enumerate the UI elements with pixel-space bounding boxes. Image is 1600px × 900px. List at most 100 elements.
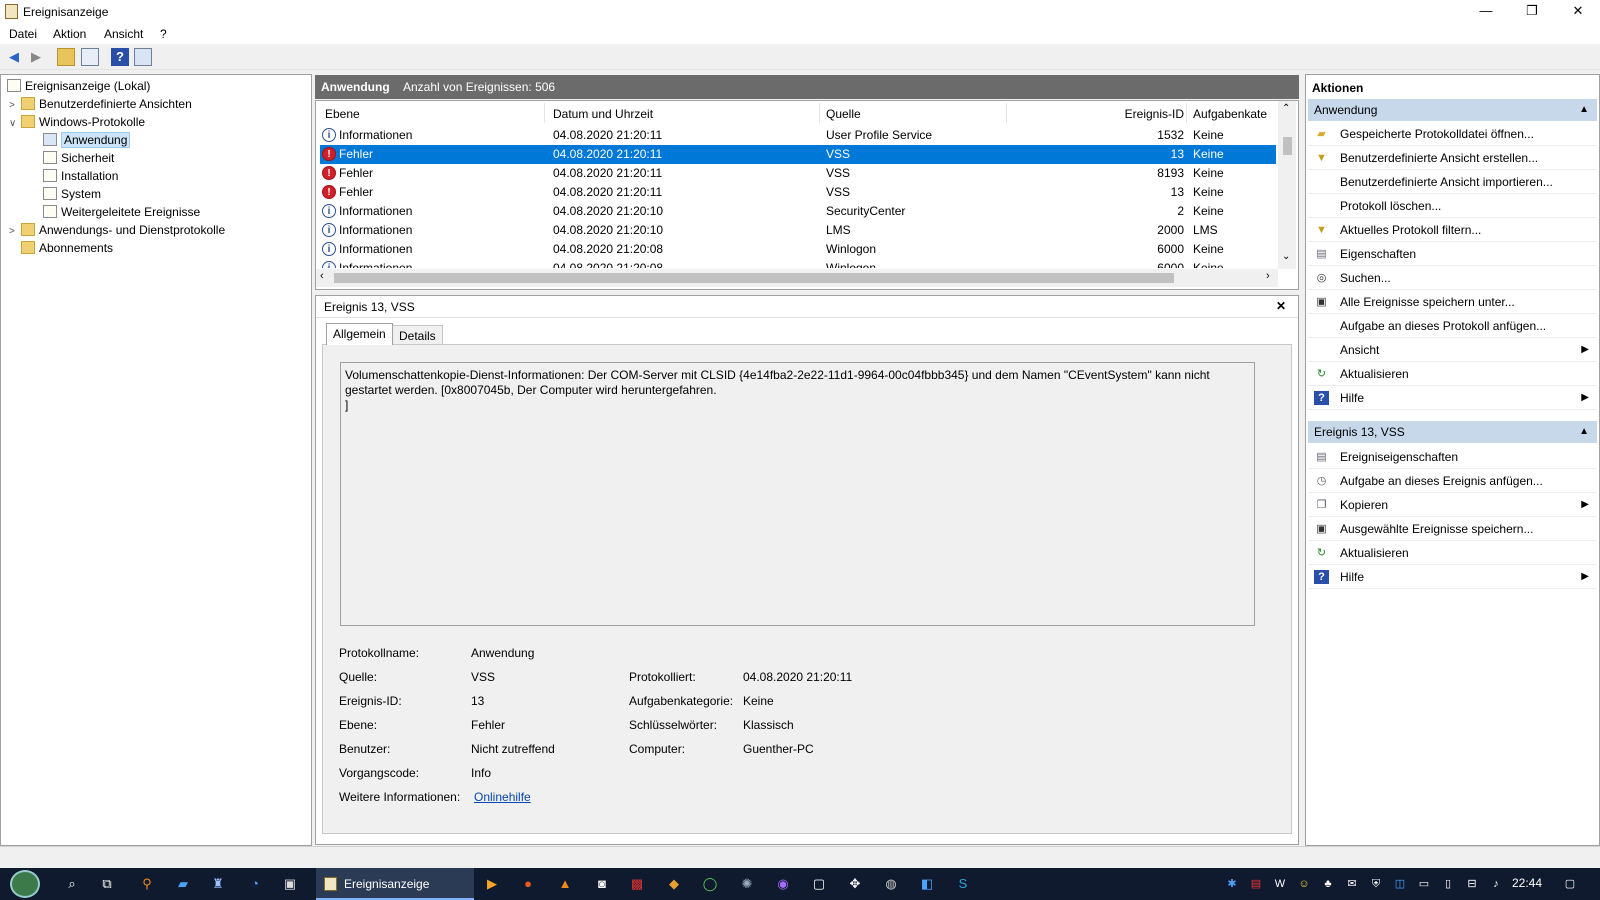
table-row[interactable]: i Informationen 04.08.2020 21:20:10 LMS 2000… [320, 221, 1276, 240]
app-icon[interactable]: ▰ [173, 874, 193, 894]
tray-app-icon[interactable]: ◫ [1392, 876, 1408, 892]
action-item[interactable]: ◎ Suchen... [1308, 266, 1597, 290]
battery-icon[interactable]: ▯ [1440, 876, 1456, 892]
action-item[interactable]: ? Hilfe ▶ [1308, 565, 1597, 589]
app-icon[interactable]: ▢ [809, 874, 829, 894]
firefox-icon[interactable]: ● [518, 874, 538, 894]
table-row[interactable]: i Informationen 04.08.2020 21:20:11 User Pr… [320, 126, 1276, 145]
action-item[interactable]: ↻ Aktualisieren [1308, 541, 1597, 565]
tree-item-custom-views[interactable]: > Benutzerdefinierte Ansichten [9, 95, 192, 113]
action-item[interactable]: ❐ Kopieren ▶ [1308, 493, 1597, 517]
collapse-caret-icon[interactable]: ▲ [1579, 99, 1589, 121]
tree-item-forwarded[interactable]: Weitergeleitete Ereignisse [43, 203, 200, 221]
tray-app-icon[interactable]: ▤ [1248, 876, 1264, 892]
table-row[interactable]: ! Fehler 04.08.2020 21:20:11 VSS 8193 Keine [320, 164, 1276, 183]
mail-icon[interactable]: ✉ [1344, 876, 1360, 892]
tree-item-installation[interactable]: Installation [43, 167, 118, 185]
expand-icon[interactable]: > [9, 223, 21, 241]
task-view-icon[interactable]: ⧉ [97, 874, 117, 894]
search-app-icon[interactable]: ⚲ [137, 874, 157, 894]
action-item[interactable]: Aufgabe an dieses Protokoll anfügen... [1308, 314, 1597, 338]
action-item[interactable]: ◷ Aufgabe an dieses Ereignis anfügen... [1308, 469, 1597, 493]
taskbar-item-ereignisanzeige[interactable]: Ereignisanzeige [316, 868, 474, 900]
edge-icon[interactable]: ◔ [245, 874, 265, 894]
table-row[interactable]: iInformationen 04.08.2020 21:20:08 Winlogo… [320, 259, 1276, 268]
action-item[interactable]: Ansicht ▶ [1308, 338, 1597, 362]
skype-icon[interactable]: S [953, 874, 973, 894]
action-item[interactable]: ? Hilfe ▶ [1308, 386, 1597, 410]
start-button[interactable] [10, 870, 40, 898]
actions-section-event[interactable]: Ereignis 13, VSS ▲ [1308, 421, 1597, 443]
collapse-caret-icon[interactable]: ▲ [1579, 421, 1589, 443]
scroll-thumb[interactable] [1283, 137, 1292, 155]
column-header-id[interactable]: Ereignis-ID [1108, 105, 1184, 125]
app-icon[interactable]: ◉ [773, 874, 793, 894]
action-item[interactable]: ▣ Ausgewählte Ereignisse speichern... [1308, 517, 1597, 541]
close-icon[interactable]: ✕ [1276, 299, 1286, 313]
tab-allgemein[interactable]: Allgemein [326, 323, 393, 345]
hscroll-thumb[interactable] [334, 273, 1174, 283]
maximize-button[interactable]: ❐ [1509, 0, 1555, 24]
tree-item-system[interactable]: System [43, 185, 101, 203]
column-header-datum[interactable]: Datum und Uhrzeit [553, 105, 653, 125]
column-header-quelle[interactable]: Quelle [826, 105, 861, 125]
vlc-icon[interactable]: ▲ [555, 874, 575, 894]
menu-datei[interactable]: Datei [9, 27, 37, 41]
tree-item-subscriptions[interactable]: Abonnements [21, 239, 113, 257]
clock[interactable]: 22:44 [1512, 876, 1542, 890]
bluetooth-icon[interactable]: ✱ [1224, 876, 1240, 892]
table-row[interactable]: i Informationen 04.08.2020 21:20:10 Securit… [320, 202, 1276, 221]
action-item[interactable]: ▼ Benutzerdefinierte Ansicht erstellen... [1308, 146, 1597, 170]
event-message[interactable]: Volumenschattenkopie-Dienst-Informatione… [340, 362, 1255, 626]
app-icon[interactable]: ✺ [737, 874, 757, 894]
camera-icon[interactable]: ◙ [592, 874, 612, 894]
menu-aktion[interactable]: Aktion [53, 27, 86, 41]
horizontal-scrollbar[interactable]: ‹ › [316, 269, 1278, 287]
action-item[interactable]: ▤ Ereigniseigenschaften [1308, 445, 1597, 469]
app-icon[interactable]: ◆ [664, 874, 684, 894]
tray-app-icon[interactable]: W [1272, 876, 1288, 892]
column-header-task[interactable]: Aufgabenkate [1193, 105, 1275, 125]
actions-section-anwendung[interactable]: Anwendung ▲ [1308, 99, 1597, 121]
app-icon[interactable]: ◧ [917, 874, 937, 894]
minimize-button[interactable]: — [1463, 0, 1509, 24]
app-icon[interactable]: ✥ [845, 874, 865, 894]
app-icon[interactable]: ♜ [208, 874, 228, 894]
table-row[interactable]: ! Fehler 04.08.2020 21:20:11 VSS 13 Keine [320, 183, 1276, 202]
open-folder-icon[interactable] [57, 48, 75, 66]
action-item[interactable]: Protokoll löschen... [1308, 194, 1597, 218]
action-item[interactable]: ▤ Eigenschaften [1308, 242, 1597, 266]
action-pane-icon[interactable] [134, 48, 152, 66]
forward-icon[interactable]: ▶ [27, 48, 45, 66]
console-tree-icon[interactable] [81, 48, 99, 66]
tree-item-sicherheit[interactable]: Sicherheit [43, 149, 114, 167]
back-icon[interactable]: ◀ [5, 48, 23, 66]
media-player-icon[interactable]: ▶ [482, 874, 502, 894]
scroll-right-icon[interactable]: › [1266, 270, 1270, 282]
tray-app-icon[interactable]: ♣ [1320, 876, 1336, 892]
notification-icon[interactable]: ▢ [1562, 876, 1578, 892]
action-item[interactable]: ▰ Gespeicherte Protokolldatei öffnen... [1308, 122, 1597, 146]
action-item[interactable]: ▼ Aktuelles Protokoll filtern... [1308, 218, 1597, 242]
app-icon[interactable]: ◯ [700, 874, 720, 894]
scroll-left-icon[interactable]: ‹ [320, 270, 324, 282]
tray-app-icon[interactable]: ▭ [1416, 876, 1432, 892]
scroll-down-icon[interactable]: ⌄ [1282, 251, 1290, 262]
tree-root[interactable]: Ereignisanzeige (Lokal) [7, 77, 150, 95]
action-item[interactable]: ↻ Aktualisieren [1308, 362, 1597, 386]
online-help-link[interactable]: Onlinehilfe [474, 790, 531, 804]
table-row[interactable]: iInformationen 04.08.2020 21:20:08 Winlogo… [320, 240, 1276, 259]
store-icon[interactable]: ▣ [280, 874, 300, 894]
vertical-scrollbar[interactable]: ⌃ ⌄ [1278, 101, 1296, 269]
menu-help[interactable]: ? [160, 27, 167, 41]
network-icon[interactable]: ⊟ [1464, 876, 1480, 892]
security-icon[interactable]: ⛨ [1368, 876, 1384, 892]
action-item[interactable]: Benutzerdefinierte Ansicht importieren..… [1308, 170, 1597, 194]
close-button[interactable]: ✕ [1555, 0, 1600, 24]
tree-item-app-service-logs[interactable]: > Anwendungs- und Dienstprotokolle [9, 221, 225, 239]
table-row[interactable]: ! Fehler 04.08.2020 21:20:11 VSS 13 Keine [320, 145, 1276, 164]
volume-icon[interactable]: ♪ [1488, 876, 1504, 892]
app-icon[interactable]: ▩ [627, 874, 647, 894]
collapse-icon[interactable]: ∨ [9, 115, 21, 133]
smiley-icon[interactable]: ☺ [1296, 876, 1312, 892]
